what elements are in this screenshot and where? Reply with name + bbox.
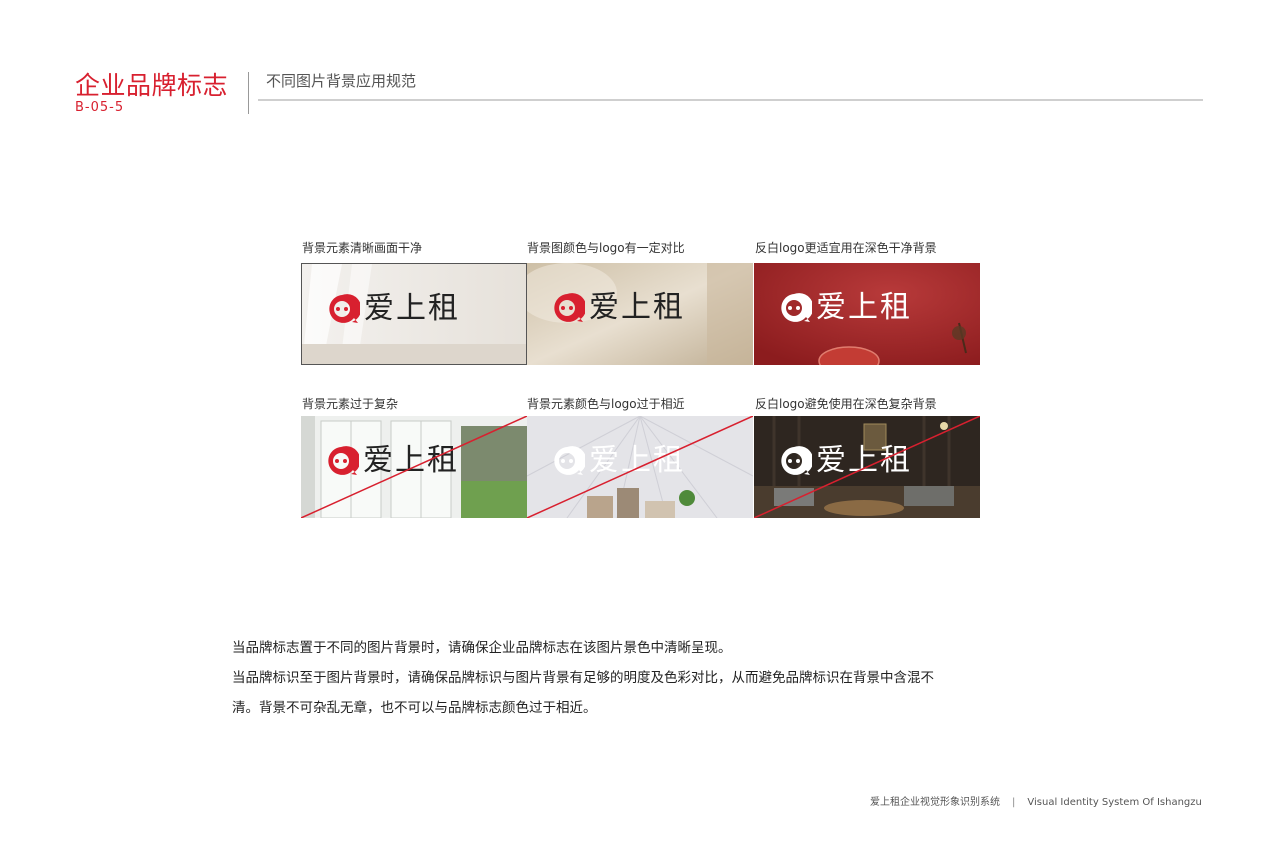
footer: 爱上租企业视觉形象识别系统 | Visual Identity System Of … [870, 793, 1202, 808]
strike-line [527, 416, 753, 518]
example-caption: 反白logo更适宜用在深色干净背景 [755, 241, 937, 255]
description-line: 当品牌标志置于不同的图片背景时，请确保企业品牌标志在该图片景色中清晰呈现。 [232, 640, 732, 656]
example-caption: 反白logo避免使用在深色复杂背景 [755, 397, 937, 411]
example-caption: 背景元素颜色与logo过于相近 [527, 397, 685, 411]
footer-system-en: Visual Identity System Of Ishangzu [1027, 797, 1202, 808]
example-panel-contrast: 爱上租 [527, 263, 753, 365]
header-divider [248, 72, 249, 114]
speech-bubble-face-icon [554, 293, 585, 322]
example-panel-reversed-clean: 爱上租 [754, 263, 980, 365]
header-rule [258, 99, 1203, 101]
strike-line [754, 416, 980, 518]
brand-name: 爱上租 [364, 291, 460, 326]
speech-bubble-face-icon [329, 294, 360, 323]
description-line: 清。背景不可杂乱无章，也不可以与品牌标志颜色过于相近。 [232, 700, 597, 716]
brand-name: 爱上租 [589, 290, 685, 325]
footer-separator: | [1012, 797, 1016, 808]
description-line: 当品牌标识至于图片背景时，请确保品牌标识与图片背景有足够的明度及色彩对比，从而避… [232, 670, 934, 686]
page-code: B-05-5 [75, 100, 125, 115]
footer-system-cn: 爱上租企业视觉形象识别系统 [870, 797, 1000, 808]
strike-line [301, 416, 527, 518]
example-panel-too-complex: 爱上租 [301, 416, 527, 518]
section-title: 企业品牌标志 [75, 71, 229, 100]
example-caption: 背景图颜色与logo有一定对比 [527, 241, 685, 255]
example-panel-dark-complex: 爱上租 [754, 416, 980, 518]
example-caption: 背景元素过于复杂 [302, 397, 399, 411]
page-subtitle: 不同图片背景应用规范 [266, 72, 417, 90]
speech-bubble-face-icon [781, 293, 812, 322]
example-panel-similar-color: 爱上租 [527, 416, 753, 518]
example-caption: 背景元素清晰画面干净 [302, 241, 423, 255]
example-panel-clean: 爱上租 [301, 263, 527, 365]
brand-name: 爱上租 [816, 290, 912, 325]
